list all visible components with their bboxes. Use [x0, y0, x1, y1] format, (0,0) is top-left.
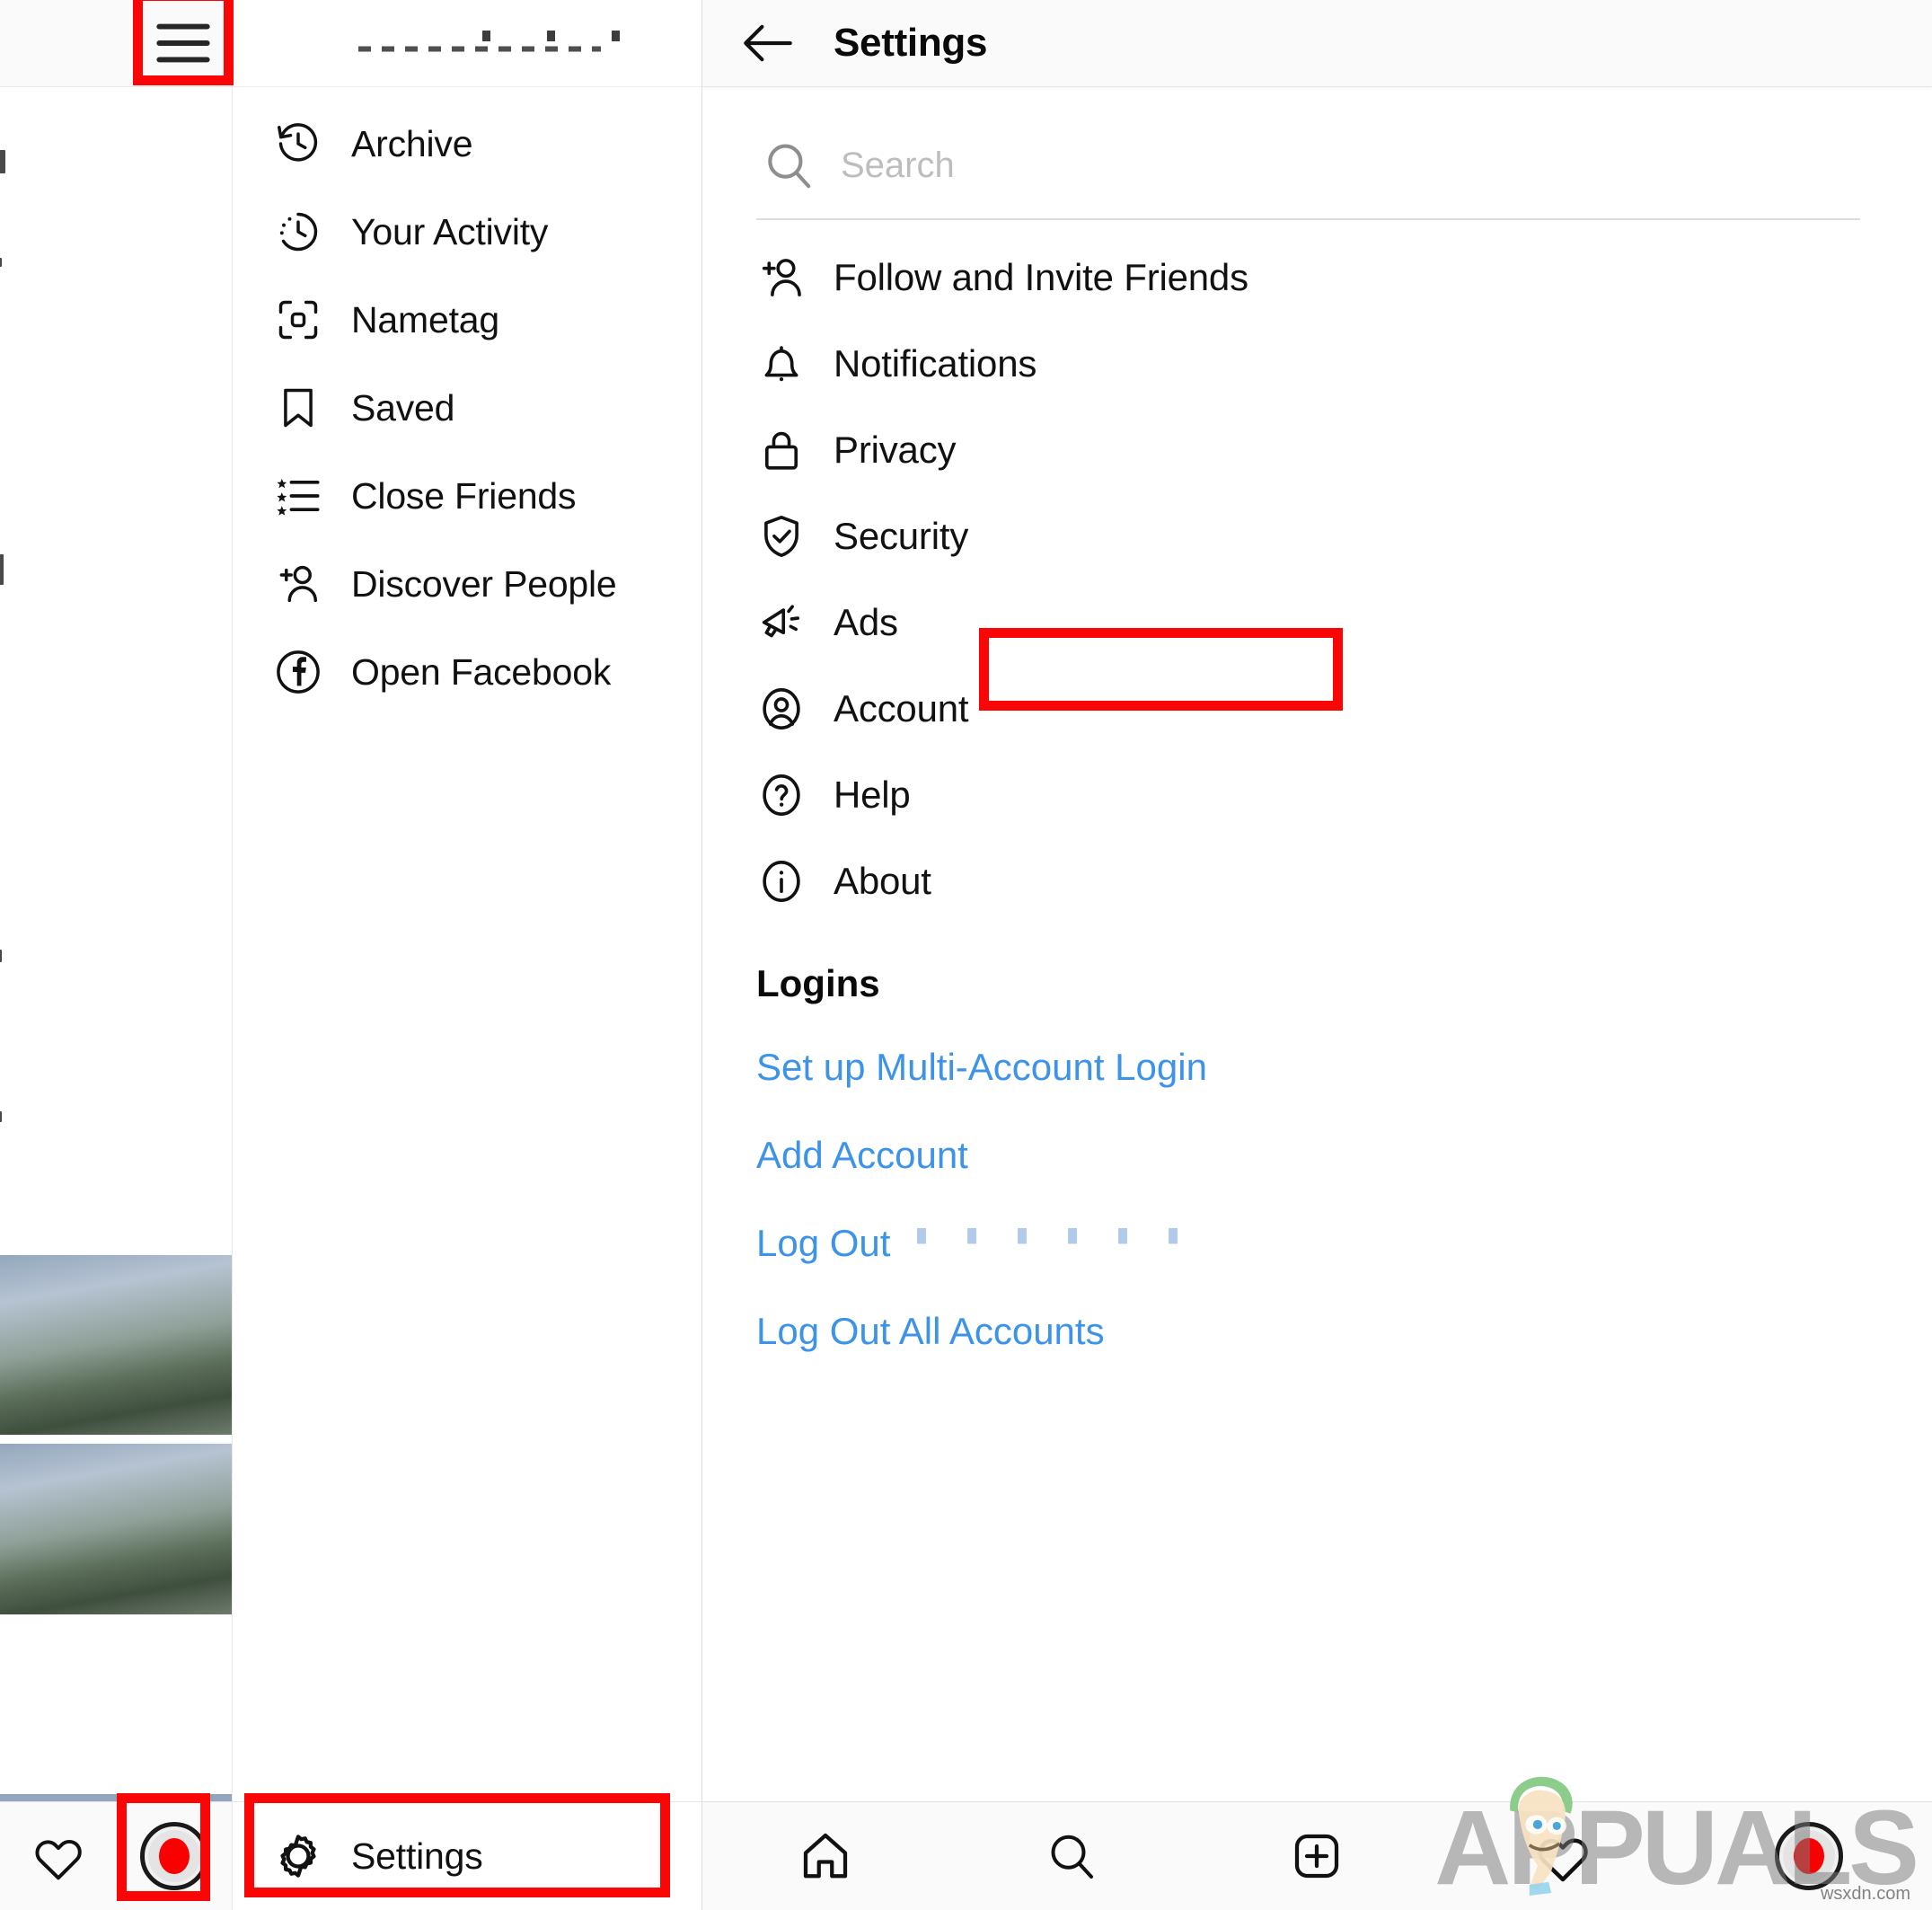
facebook-icon	[274, 648, 322, 696]
info-circle-icon	[756, 856, 807, 906]
settings-item-label: Help	[834, 774, 911, 816]
settings-item-about[interactable]: About	[702, 838, 1932, 924]
nav-activity-button[interactable]	[1440, 1802, 1686, 1910]
drawer-item-label: Nametag	[351, 298, 499, 340]
settings-bottom-nav	[702, 1801, 1932, 1910]
profile-feed-body	[0, 87, 232, 1910]
heart-icon	[33, 1831, 84, 1881]
link-log-out[interactable]: Log Out	[702, 1199, 1932, 1287]
settings-item-ads[interactable]: Ads	[702, 579, 1932, 666]
settings-item-label: Account	[834, 687, 969, 730]
back-arrow-icon[interactable]	[735, 10, 801, 76]
logins-section-heading: Logins	[756, 962, 880, 1004]
drawer-item-discover-people[interactable]: Discover People	[233, 540, 701, 628]
settings-item-label: Follow and Invite Friends	[834, 256, 1248, 298]
drawer-settings-row[interactable]: Settings	[233, 1801, 701, 1910]
page-title: Settings	[834, 21, 988, 65]
drawer-item-nametag[interactable]: Nametag	[233, 276, 701, 364]
megaphone-icon	[756, 597, 807, 648]
link-log-out-label: Log Out	[756, 1222, 891, 1264]
lock-icon	[756, 425, 807, 475]
settings-item-label: About	[834, 860, 931, 902]
drawer-topbar	[233, 0, 701, 87]
drawer-pane: Archive Your Activity Nametag Saved Clos…	[233, 0, 702, 1910]
link-set-up-multi-account-login[interactable]: Set up Multi-Account Login	[702, 1023, 1932, 1111]
drawer-item-saved[interactable]: Saved	[233, 364, 701, 452]
screenshot-root: Archive Your Activity Nametag Saved Clos…	[0, 0, 1932, 1910]
bell-icon	[756, 339, 807, 389]
drawer-item-label: Discover People	[351, 562, 617, 605]
drawer-item-label: Saved	[351, 386, 455, 429]
feed-photo[interactable]	[0, 1444, 232, 1614]
avatar-redaction	[1794, 1838, 1825, 1874]
drawer-item-label: Close Friends	[351, 474, 577, 517]
drawer-item-label: Your Activity	[351, 210, 549, 252]
activity-clock-icon	[274, 208, 322, 256]
settings-item-help[interactable]: Help	[702, 752, 1932, 838]
add-post-icon	[1290, 1829, 1344, 1883]
settings-item-security[interactable]: Security	[702, 493, 1932, 579]
obscured-text-fragment	[0, 1111, 2, 1122]
search-icon	[1045, 1829, 1098, 1883]
home-icon	[798, 1829, 852, 1883]
obscured-username-dots	[482, 31, 644, 41]
shield-check-icon	[756, 511, 807, 562]
obscured-username	[917, 1228, 1178, 1259]
settings-item-label: Ads	[834, 601, 898, 643]
feed-photo[interactable]	[0, 1255, 232, 1435]
search-input[interactable]: Search	[841, 146, 955, 186]
drawer-item-close-friends[interactable]: Close Friends	[233, 452, 701, 540]
add-person-icon	[274, 560, 322, 608]
bookmark-icon	[274, 384, 322, 432]
settings-search-row[interactable]: Search	[756, 112, 1860, 220]
drawer-item-archive[interactable]: Archive	[233, 100, 701, 188]
gear-icon	[274, 1832, 322, 1880]
settings-item-follow-and-invite-friends[interactable]: Follow and Invite Friends	[702, 234, 1932, 321]
drawer-item-label: Open Facebook	[351, 650, 612, 693]
nav-home-button[interactable]	[702, 1802, 948, 1910]
nametag-scan-icon	[274, 296, 322, 344]
nav-new-post-button[interactable]	[1195, 1802, 1441, 1910]
obscured-text-fragment	[0, 554, 4, 585]
heart-icon	[1536, 1829, 1590, 1883]
link-log-out-all-accounts[interactable]: Log Out All Accounts	[702, 1287, 1932, 1375]
archive-clock-icon	[274, 119, 322, 168]
nav-profile-button[interactable]	[1686, 1802, 1932, 1910]
settings-menu-list: Follow and Invite Friends Notifications	[702, 220, 1932, 924]
profile-avatar-icon	[139, 1822, 208, 1890]
star-list-icon	[274, 472, 322, 520]
drawer-menu-list: Archive Your Activity Nametag Saved Clos…	[233, 87, 701, 716]
obscured-text-fragment	[0, 258, 2, 267]
drawer-item-label: Archive	[351, 122, 473, 164]
settings-item-notifications[interactable]: Notifications	[702, 321, 1932, 407]
settings-header: Settings	[702, 0, 1932, 87]
nav-profile-button[interactable]	[116, 1802, 232, 1910]
drawer-item-open-facebook[interactable]: Open Facebook	[233, 628, 701, 716]
question-circle-icon	[756, 770, 807, 820]
account-circle-icon	[756, 684, 807, 734]
obscured-text-fragment	[0, 950, 2, 962]
search-icon	[756, 133, 821, 198]
profile-bottom-nav	[0, 1801, 232, 1910]
link-add-account[interactable]: Add Account	[702, 1111, 1932, 1199]
add-person-icon	[756, 252, 807, 303]
hamburger-menu-icon[interactable]	[153, 16, 214, 70]
settings-pane: Settings Search Follow and Invite Friend…	[702, 0, 1932, 1910]
settings-item-label: Security	[834, 515, 969, 557]
settings-item-privacy[interactable]: Privacy	[702, 407, 1932, 493]
settings-item-account[interactable]: Account	[702, 666, 1932, 752]
drawer-settings-label: Settings	[351, 1835, 483, 1877]
drawer-item-your-activity[interactable]: Your Activity	[233, 188, 701, 276]
nav-search-button[interactable]	[948, 1802, 1195, 1910]
profile-feed-pane	[0, 0, 233, 1910]
profile-avatar-icon	[1775, 1822, 1844, 1890]
settings-item-label: Notifications	[834, 342, 1037, 385]
nav-activity-button[interactable]	[0, 1802, 116, 1910]
obscured-text-fragment	[0, 150, 5, 173]
settings-item-label: Privacy	[834, 429, 957, 471]
avatar-redaction	[158, 1838, 190, 1874]
